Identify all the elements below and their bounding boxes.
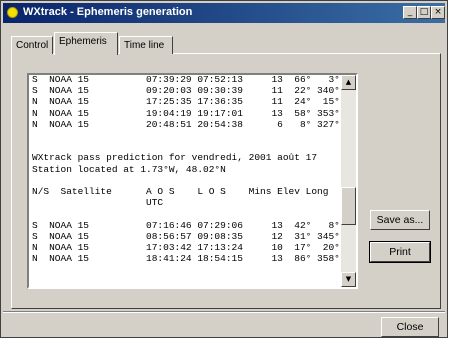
scroll-down-arrow-icon[interactable]: ▼ (341, 272, 356, 287)
separator (3, 311, 445, 313)
maximize-button[interactable]: □ (417, 6, 431, 19)
window-title: WXtrack - Ephemeris generation (23, 6, 193, 18)
scroll-up-arrow-icon[interactable]: ▲ (341, 75, 356, 90)
ephemeris-window: WXtrack - Ephemeris generation _ □ × Con… (0, 0, 448, 338)
title-bar[interactable]: WXtrack - Ephemeris generation _ □ × (3, 3, 445, 23)
save-as-button[interactable]: Save as... (370, 210, 430, 230)
ephemeris-text-box[interactable]: S NOAA 15 07:39:29 07:52:13 13 66° 3° S … (27, 73, 358, 289)
minimize-button[interactable]: _ (403, 6, 417, 19)
close-window-button[interactable]: × (431, 6, 445, 19)
ephemeris-text: S NOAA 15 07:39:29 07:52:13 13 66° 3° S … (32, 74, 340, 265)
tab-ephemeris[interactable]: Ephemeris (54, 32, 118, 55)
tab-control[interactable]: Control (11, 36, 53, 54)
tab-time-line[interactable]: Time line (119, 36, 173, 54)
vertical-scrollbar[interactable]: ▲ ▼ (341, 75, 356, 287)
close-button[interactable]: Close (381, 317, 439, 337)
scroll-thumb[interactable] (341, 187, 356, 225)
print-button[interactable]: Print (370, 242, 430, 262)
app-icon (7, 7, 18, 18)
